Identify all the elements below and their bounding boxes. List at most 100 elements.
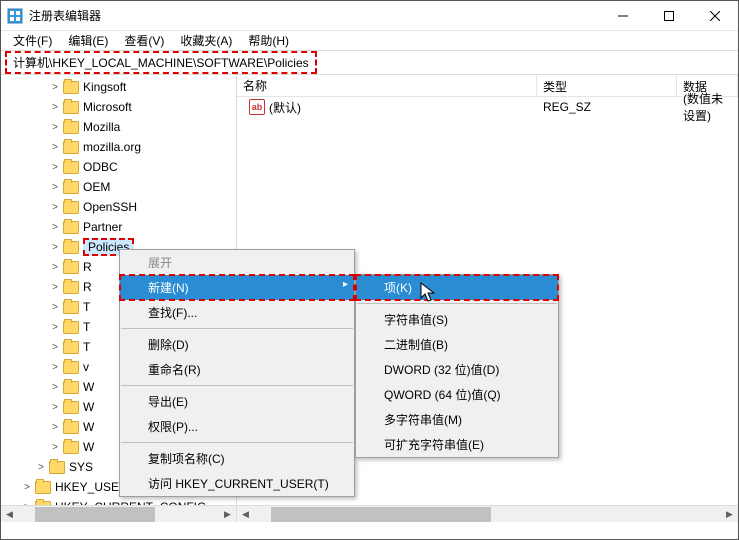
scroll-thumb[interactable]: [271, 507, 491, 522]
tree-item[interactable]: W: [83, 440, 94, 454]
ctx-new-dword[interactable]: DWORD (32 位)值(D): [356, 357, 558, 382]
expand-icon[interactable]: >: [49, 301, 61, 313]
separator: [357, 303, 557, 304]
expand-icon[interactable]: >: [49, 361, 61, 373]
expand-icon[interactable]: >: [49, 281, 61, 293]
list-header: 名称 类型 数据: [237, 75, 738, 97]
expand-icon[interactable]: >: [49, 401, 61, 413]
scroll-left-icon[interactable]: ◀: [237, 506, 254, 523]
expand-icon[interactable]: >: [21, 481, 33, 493]
tree-item[interactable]: T: [83, 340, 90, 354]
ctx-new-key[interactable]: 项(K): [356, 275, 558, 300]
folder-icon: [49, 461, 65, 474]
folder-icon: [63, 81, 79, 94]
tree-item[interactable]: v: [83, 360, 89, 374]
tree-item[interactable]: Partner: [83, 220, 122, 234]
expand-icon[interactable]: >: [49, 141, 61, 153]
ctx-export[interactable]: 导出(E): [120, 389, 354, 414]
expand-icon[interactable]: >: [49, 121, 61, 133]
separator: [121, 328, 353, 329]
menu-file[interactable]: 文件(F): [5, 30, 60, 51]
scroll-right-icon[interactable]: ▶: [721, 506, 738, 523]
expand-icon[interactable]: >: [49, 221, 61, 233]
tree-item[interactable]: Kingsoft: [83, 80, 126, 94]
expand-icon[interactable]: >: [49, 261, 61, 273]
folder-icon: [63, 201, 79, 214]
tree-item[interactable]: SYS: [69, 460, 93, 474]
scroll-thumb[interactable]: [35, 507, 155, 522]
app-icon: [7, 8, 23, 24]
ctx-new-expandstring[interactable]: 可扩充字符串值(E): [356, 432, 558, 457]
expand-icon[interactable]: >: [49, 161, 61, 173]
expand-icon[interactable]: >: [49, 421, 61, 433]
tree-item[interactable]: T: [83, 320, 90, 334]
tree-item[interactable]: mozilla.org: [83, 140, 141, 154]
folder-icon: [63, 341, 79, 354]
folder-icon: [63, 441, 79, 454]
ctx-new-binary[interactable]: 二进制值(B): [356, 332, 558, 357]
folder-icon: [63, 161, 79, 174]
folder-icon: [63, 381, 79, 394]
tree-item[interactable]: W: [83, 380, 94, 394]
context-submenu-new: 项(K) 字符串值(S) 二进制值(B) DWORD (32 位)值(D) QW…: [355, 274, 559, 458]
folder-icon: [63, 221, 79, 234]
ctx-expand[interactable]: 展开: [120, 250, 354, 275]
col-name[interactable]: 名称: [237, 75, 537, 96]
value-row[interactable]: ab (默认) REG_SZ (数值未设置): [237, 97, 738, 117]
separator: [121, 442, 353, 443]
expand-icon[interactable]: >: [49, 321, 61, 333]
tree-item[interactable]: OpenSSH: [83, 200, 137, 214]
expand-icon[interactable]: >: [35, 461, 47, 473]
string-value-icon: ab: [249, 99, 265, 115]
ctx-copy-key-name[interactable]: 复制项名称(C): [120, 446, 354, 471]
menu-help[interactable]: 帮助(H): [240, 30, 297, 51]
expand-icon[interactable]: >: [49, 241, 61, 253]
expand-icon[interactable]: >: [49, 101, 61, 113]
folder-icon: [63, 121, 79, 134]
ctx-new-qword[interactable]: QWORD (64 位)值(Q): [356, 382, 558, 407]
close-button[interactable]: [692, 1, 738, 31]
minimize-button[interactable]: [600, 1, 646, 31]
tree-item[interactable]: T: [83, 300, 90, 314]
ctx-rename[interactable]: 重命名(R): [120, 357, 354, 382]
scroll-right-icon[interactable]: ▶: [219, 506, 236, 523]
title-bar: 注册表编辑器: [1, 1, 738, 31]
tree-item[interactable]: OEM: [83, 180, 110, 194]
separator: [121, 385, 353, 386]
ctx-new-string[interactable]: 字符串值(S): [356, 307, 558, 332]
folder-icon: [35, 481, 51, 494]
expand-icon[interactable]: >: [49, 181, 61, 193]
address-bar[interactable]: 计算机\HKEY_LOCAL_MACHINE\SOFTWARE\Policies: [1, 51, 738, 75]
tree-item[interactable]: R: [83, 280, 92, 294]
tree-item[interactable]: W: [83, 420, 94, 434]
menu-favorites[interactable]: 收藏夹(A): [172, 30, 240, 51]
list-scrollbar[interactable]: ◀ ▶: [237, 505, 738, 522]
expand-icon[interactable]: >: [49, 341, 61, 353]
tree-item[interactable]: Mozilla: [83, 120, 120, 134]
folder-icon: [63, 321, 79, 334]
menu-edit[interactable]: 编辑(E): [60, 30, 116, 51]
menu-bar: 文件(F) 编辑(E) 查看(V) 收藏夹(A) 帮助(H): [1, 31, 738, 51]
expand-icon[interactable]: >: [49, 201, 61, 213]
menu-view[interactable]: 查看(V): [116, 30, 172, 51]
context-menu: 展开 新建(N) 查找(F)... 删除(D) 重命名(R) 导出(E) 权限(…: [119, 249, 355, 497]
folder-icon: [63, 361, 79, 374]
address-path: 计算机\HKEY_LOCAL_MACHINE\SOFTWARE\Policies: [5, 51, 317, 74]
tree-item[interactable]: Microsoft: [83, 100, 132, 114]
expand-icon[interactable]: >: [49, 81, 61, 93]
ctx-permissions[interactable]: 权限(P)...: [120, 414, 354, 439]
scroll-left-icon[interactable]: ◀: [1, 506, 18, 523]
ctx-goto-hkcu[interactable]: 访问 HKEY_CURRENT_USER(T): [120, 471, 354, 496]
ctx-new[interactable]: 新建(N): [120, 275, 354, 300]
ctx-delete[interactable]: 删除(D): [120, 332, 354, 357]
tree-scrollbar[interactable]: ◀ ▶: [1, 505, 236, 522]
tree-item[interactable]: W: [83, 400, 94, 414]
expand-icon[interactable]: >: [49, 381, 61, 393]
expand-icon[interactable]: >: [49, 441, 61, 453]
tree-item[interactable]: ODBC: [83, 160, 118, 174]
tree-item[interactable]: R: [83, 260, 92, 274]
ctx-find[interactable]: 查找(F)...: [120, 300, 354, 325]
maximize-button[interactable]: [646, 1, 692, 31]
col-type[interactable]: 类型: [537, 75, 677, 96]
ctx-new-multistring[interactable]: 多字符串值(M): [356, 407, 558, 432]
